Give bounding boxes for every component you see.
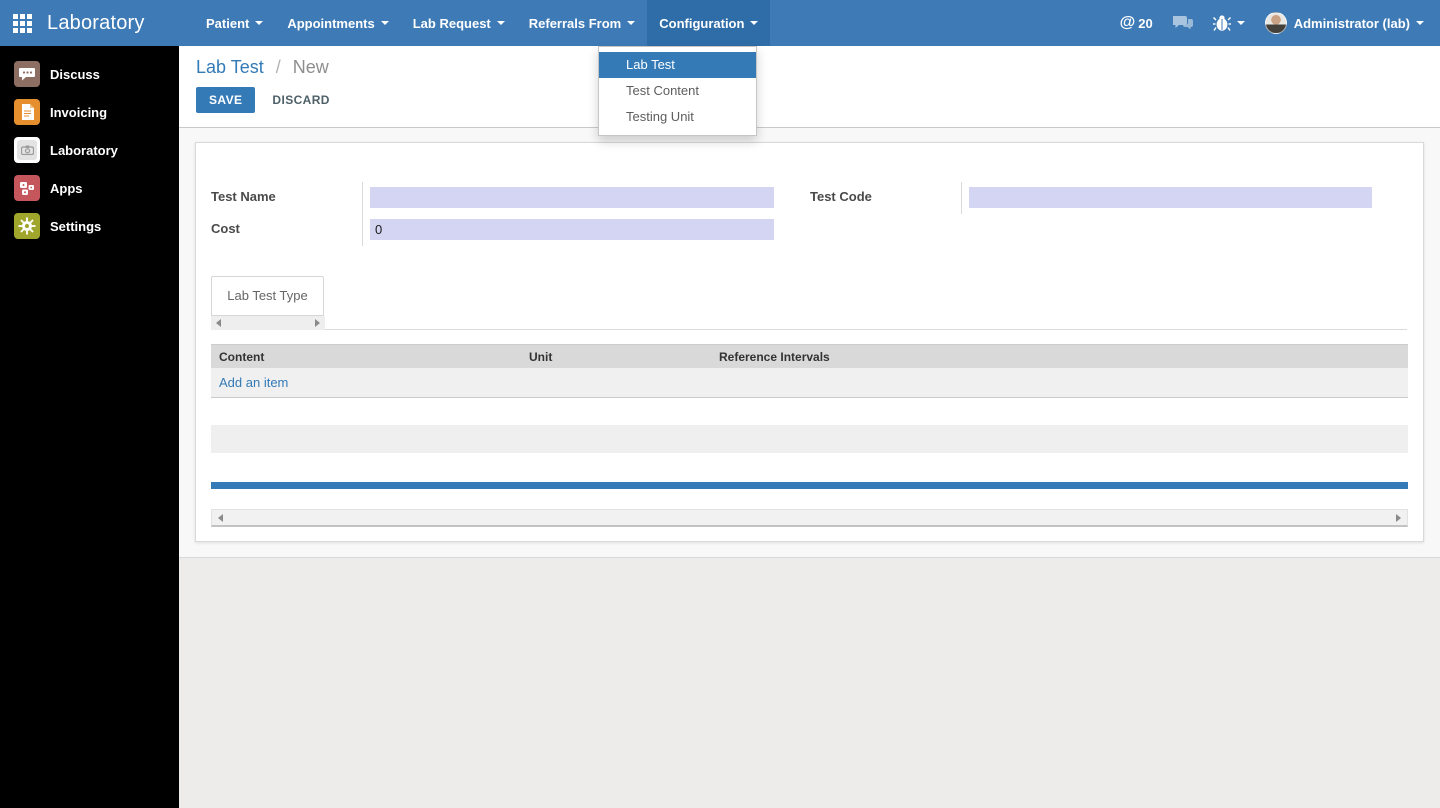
tab-scrollbar[interactable] [211,316,325,330]
sidebar-item-label: Discuss [50,66,100,82]
chevron-down-icon [750,21,759,25]
sidebar-item-label: Invoicing [50,104,108,120]
settings-gear-icon [14,213,40,239]
form-sheet: Test Name Cost Test Code Lab Test Type [195,142,1424,542]
table-header-row: Content Unit Reference Intervals [211,344,1408,368]
menu-appointments[interactable]: Appointments [275,0,400,46]
sidebar-item-settings[interactable]: Settings [0,207,179,245]
column-header-content[interactable]: Content [211,350,521,364]
top-navbar: Laboratory Patient Appointments Lab Requ… [0,0,1440,46]
test-lines-table: Content Unit Reference Intervals Add an … [211,344,1408,398]
chevron-down-icon [496,21,505,25]
discard-button[interactable]: DISCARD [272,93,329,107]
sidebar-item-apps[interactable]: Apps [0,169,179,207]
menu-patient[interactable]: Patient [194,0,275,46]
control-panel: Lab Test / New SAVE DISCARD [179,46,1440,128]
chat-bubbles-icon [1172,16,1193,30]
apps-icon [14,175,40,201]
form-group-right: Test Code [810,182,1372,214]
chevron-down-icon [627,21,636,25]
laboratory-icon [14,137,40,163]
app-title[interactable]: Laboratory [47,12,145,35]
discuss-icon [14,61,40,87]
table-add-row: Add an item [211,368,1408,398]
breadcrumb-current: New [292,57,329,77]
column-header-reference-intervals[interactable]: Reference Intervals [711,350,1408,364]
menu-configuration[interactable]: Configuration [647,0,771,46]
action-buttons: SAVE DISCARD [196,87,1440,113]
form-view: Test Name Cost Test Code Lab Test Type [179,128,1440,558]
notebook-underline [211,329,1407,330]
dropdown-item-test-content[interactable]: Test Content [599,78,756,104]
field-row-cost: Cost [211,214,776,246]
sidebar-item-invoicing[interactable]: Invoicing [0,93,179,131]
sidebar-item-discuss[interactable]: Discuss [0,55,179,93]
debug-menu-button[interactable] [1212,14,1245,32]
scroll-right-icon[interactable] [315,319,320,327]
sidebar-item-laboratory[interactable]: Laboratory [0,131,179,169]
test-name-input[interactable] [370,187,774,208]
mentions-counter[interactable]: @ 20 [1120,14,1153,32]
menu-lab-request[interactable]: Lab Request [401,0,517,46]
scroll-left-icon[interactable] [218,513,223,522]
sidebar-item-label: Settings [50,218,102,234]
page: { "colors": { "navbar": "#3d7ab6", "navb… [0,0,1440,808]
dropdown-item-testing-unit[interactable]: Testing Unit [599,104,756,130]
chevron-down-icon [380,21,389,25]
add-an-item-link[interactable]: Add an item [219,375,288,390]
navbar-right: @ 20 Administrator (lab) [1120,12,1424,34]
user-name: Administrator (lab) [1293,15,1410,31]
breadcrumb-separator: / [275,57,281,77]
save-button[interactable]: SAVE [196,87,256,113]
main-content: Lab Test / New SAVE DISCARD Test Name Co… [179,46,1440,808]
chevron-down-icon [255,21,264,25]
chevron-down-icon [1416,21,1424,25]
brand-zone: Laboratory [0,12,179,35]
sheet-horizontal-scrollbar[interactable] [211,509,1408,527]
app-sidebar: Discuss Invoicing Laboratory Apps Settin… [0,46,179,808]
field-row-test-code: Test Code [810,182,1372,214]
mention-count: 20 [1138,15,1153,31]
at-icon: @ [1119,14,1136,31]
cost-input[interactable] [370,219,774,240]
avatar [1264,12,1287,34]
sidebar-item-label: Laboratory [50,142,118,158]
user-menu[interactable]: Administrator (lab) [1264,12,1424,34]
scroll-right-icon[interactable] [1396,513,1401,522]
sidebar-item-label: Apps [50,180,83,196]
invoicing-icon [14,99,40,125]
chevron-down-icon [1236,21,1245,25]
test-code-input[interactable] [969,187,1372,208]
test-code-label: Test Code [810,182,962,214]
dropdown-item-lab-test[interactable]: Lab Test [599,52,756,78]
cost-label: Cost [211,214,363,246]
empty-list-strip [211,425,1408,453]
breadcrumb: Lab Test / New [196,57,1440,78]
menu-referrals-from[interactable]: Referrals From [517,0,647,46]
main-menu: Patient Appointments Lab Request Referra… [194,0,771,46]
bug-icon [1212,15,1231,31]
scroll-left-icon[interactable] [216,319,221,327]
form-group-left: Test Name Cost [211,182,776,246]
empty-content-area [179,558,1440,808]
column-header-unit[interactable]: Unit [521,350,711,364]
chat-button[interactable] [1172,15,1193,31]
configuration-dropdown: Lab Test Test Content Testing Unit [598,46,757,136]
blue-separator-bar [211,482,1408,489]
apps-grid-icon[interactable] [13,13,32,33]
breadcrumb-lab-test-link[interactable]: Lab Test [196,57,264,77]
test-name-label: Test Name [211,182,363,214]
tab-lab-test-type[interactable]: Lab Test Type [211,276,324,316]
field-row-test-name: Test Name [211,182,776,214]
